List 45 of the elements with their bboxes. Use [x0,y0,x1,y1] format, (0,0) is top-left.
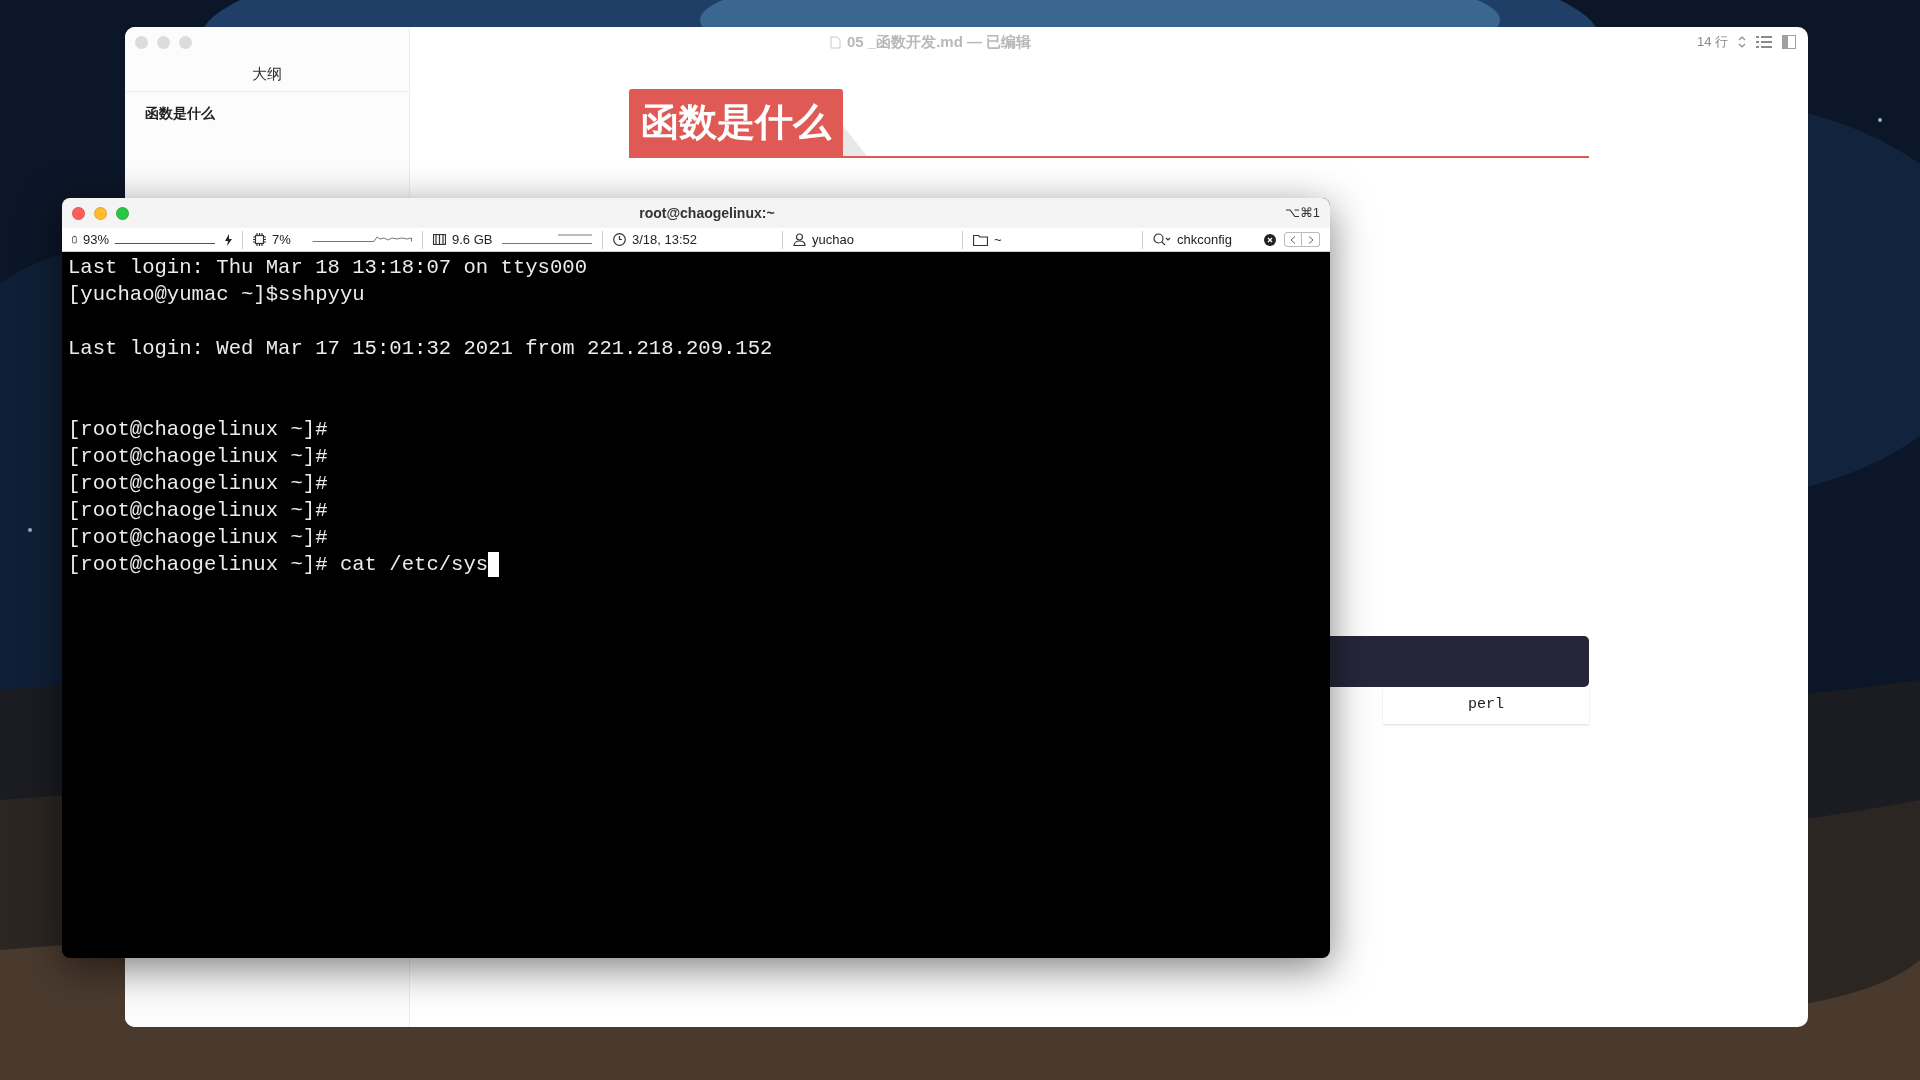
search-field[interactable]: chkconfig [1177,229,1232,250]
status-text: 3/18, 13:52 [632,230,698,249]
sidebar-title: 大纲 [252,63,282,84]
minimize-button[interactable] [94,206,107,220]
terminal-line: [root@chaogelinux ~]# [68,417,328,443]
zoom-button[interactable] [116,206,129,220]
status-text: yuchao [812,230,854,249]
window-title: root@chaogelinux:~ [638,203,776,223]
terminal-line: Last login: Thu Mar 18 13:18:07 on ttys000 [68,255,588,281]
line-count[interactable]: 14 行 [1696,32,1728,52]
document-heading: 函数是什么 [629,89,843,156]
user-icon [793,233,806,246]
memory-icon [433,234,446,245]
document-icon [830,35,841,49]
outline-item[interactable]: 函数是什么 [125,100,409,127]
shortcut-label: ⌥⌘1 [1284,204,1320,223]
chevron-left-icon [1290,235,1296,244]
clear-icon[interactable] [1264,233,1276,246]
next-button[interactable] [1302,232,1320,247]
sidebar-icon[interactable] [1782,35,1796,49]
status-text: ~ [994,230,1002,249]
terminal-line: [yuchao@yumac ~]$sshpyyu [68,282,365,308]
status-text: 7% [272,230,291,249]
terminal-line: [root@chaogelinux ~]# [68,498,328,524]
terminal-line: Last login: Wed Mar 17 15:01:32 2021 from 221.218.209.152 [68,336,773,362]
chip-icon [253,233,266,246]
previous-button[interactable] [1284,232,1302,247]
list-icon[interactable] [1756,36,1772,48]
terminal-line: [root@chaogelinux ~]# [68,444,328,470]
language-label[interactable]: perl [1383,687,1589,724]
chevron-right-icon [1307,235,1314,244]
status-text: 93% [82,230,109,249]
close-button[interactable] [72,206,85,220]
chevron-up-down-icon[interactable] [1738,36,1746,48]
status-text: 9.6 GB [452,230,493,249]
clock-icon [613,233,626,246]
battery-icon [72,233,77,246]
heading-shadow [843,126,867,156]
window-title: 05 _函数开发.md — 已编辑 [847,31,1032,52]
bolt-icon [225,233,232,246]
folder-icon [973,233,988,246]
terminal-line: [root@chaogelinux ~]# cat /etc/sys [68,552,489,578]
search-icon[interactable] [1153,233,1171,246]
terminal-line: [root@chaogelinux ~]# [68,471,328,497]
terminal-line: [root@chaogelinux ~]# [68,525,328,551]
